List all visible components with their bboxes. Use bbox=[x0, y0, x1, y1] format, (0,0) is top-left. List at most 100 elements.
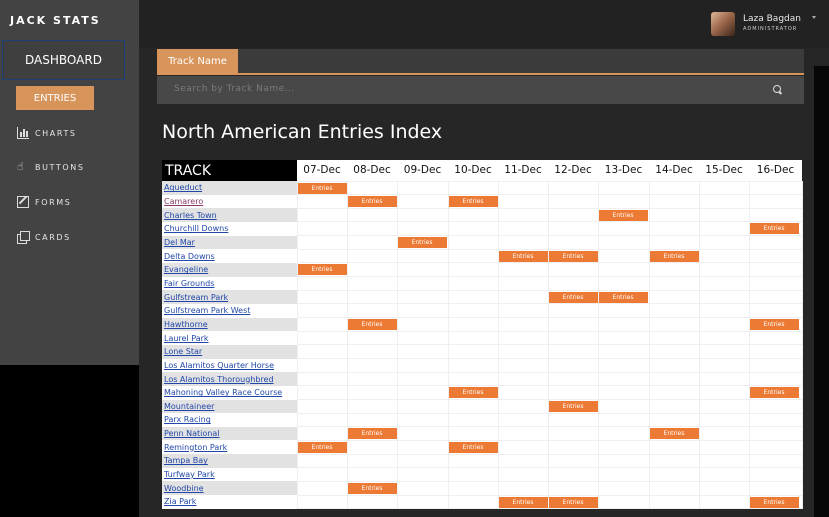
track-link[interactable]: Aqueduct bbox=[164, 183, 202, 192]
tab-track-name[interactable]: Track Name bbox=[157, 49, 238, 74]
date-column-header: 07-Dec bbox=[303, 164, 341, 177]
search-icon[interactable] bbox=[773, 85, 781, 93]
sidebar-item-buttons[interactable]: ☝ BUTTONS bbox=[17, 161, 85, 173]
track-link[interactable]: Remington Park bbox=[164, 443, 227, 452]
entries-badge[interactable]: Entries bbox=[297, 264, 347, 276]
track-link[interactable]: Camarero bbox=[164, 197, 203, 206]
date-cell bbox=[296, 453, 348, 469]
date-cell bbox=[346, 412, 398, 428]
entries-badge[interactable]: Entries bbox=[397, 237, 447, 249]
date-cell bbox=[597, 235, 650, 250]
table-row: Gulfstream Park Entries Entries bbox=[162, 289, 803, 305]
track-link[interactable]: Del Mar bbox=[164, 238, 195, 247]
entries-badge[interactable]: Entries bbox=[749, 223, 799, 235]
date-cell bbox=[296, 194, 348, 209]
track-cell: Los Alamitos Thoroughbred bbox=[162, 372, 297, 386]
entries-badge[interactable]: Entries bbox=[297, 182, 347, 194]
entries-badge[interactable]: Entries bbox=[548, 401, 598, 412]
track-link[interactable]: Turfway Park bbox=[164, 470, 215, 479]
entries-button[interactable]: ENTRIES bbox=[16, 86, 94, 110]
track-link[interactable]: Mountaineer bbox=[164, 402, 214, 411]
chevron-down-icon[interactable] bbox=[812, 16, 816, 19]
entries-badge[interactable]: Entries bbox=[598, 209, 648, 221]
track-cell: Hawthorne bbox=[162, 317, 297, 332]
entries-badge[interactable]: Entries bbox=[347, 482, 397, 494]
track-link[interactable]: Lone Star bbox=[164, 347, 202, 356]
track-link[interactable]: Churchill Downs bbox=[164, 224, 228, 233]
entries-badge[interactable]: Entries bbox=[448, 441, 498, 453]
track-link[interactable]: Penn National bbox=[164, 429, 219, 438]
track-link[interactable]: Laurel Park bbox=[164, 334, 209, 343]
track-link[interactable]: Charles Town bbox=[164, 211, 217, 220]
entries-badge[interactable]: Entries bbox=[347, 196, 397, 208]
tab-underline bbox=[157, 73, 804, 75]
entries-badge[interactable]: Entries bbox=[498, 496, 548, 508]
entries-badge[interactable]: Entries bbox=[649, 428, 699, 440]
entries-badge[interactable]: Entries bbox=[649, 250, 699, 262]
user-menu[interactable]: Laza Bagdan ADMINISTRATOR bbox=[711, 9, 817, 39]
track-link[interactable]: Fair Grounds bbox=[164, 279, 214, 288]
track-link[interactable]: Woodbine bbox=[164, 484, 204, 493]
date-cell bbox=[346, 207, 398, 223]
date-cell bbox=[396, 439, 449, 455]
track-link[interactable]: Parx Racing bbox=[164, 415, 211, 424]
track-link[interactable]: Mahoning Valley Race Course bbox=[164, 388, 282, 397]
date-cell bbox=[497, 330, 549, 346]
date-column-header: 10-Dec bbox=[454, 164, 492, 177]
track-link[interactable]: Gulfstream Park West bbox=[164, 306, 250, 315]
entries-badge[interactable]: Entries bbox=[498, 250, 548, 262]
date-cell bbox=[698, 399, 750, 414]
entries-badge[interactable]: Entries bbox=[548, 496, 598, 508]
date-cell bbox=[346, 330, 398, 346]
sidebar-item-cards[interactable]: CARDS bbox=[17, 231, 71, 244]
search-input[interactable]: Search by Track Name... bbox=[174, 84, 295, 94]
entries-badge[interactable]: Entries bbox=[548, 291, 598, 303]
date-cell bbox=[447, 235, 499, 250]
entries-badge[interactable]: Entries bbox=[598, 291, 648, 303]
entries-badge[interactable]: Entries bbox=[297, 441, 347, 453]
track-link[interactable]: Tampa Bay bbox=[164, 456, 208, 465]
track-cell: Mahoning Valley Race Course bbox=[162, 385, 297, 400]
table-row: Camarero Entries Entries bbox=[162, 194, 803, 209]
date-cell bbox=[748, 426, 803, 441]
search-bar[interactable]: Search by Track Name... bbox=[157, 76, 804, 104]
date-cell: Entries bbox=[346, 480, 398, 496]
date-cell bbox=[597, 385, 650, 400]
sidebar-item-forms[interactable]: FORMS bbox=[17, 196, 71, 208]
entries-badge[interactable]: Entries bbox=[749, 496, 799, 508]
track-cell: Del Mar bbox=[162, 235, 297, 250]
track-link[interactable]: Los Alamitos Quarter Horse bbox=[164, 361, 274, 370]
entries-badge[interactable]: Entries bbox=[347, 319, 397, 331]
dashboard-button[interactable]: DASHBOARD bbox=[2, 40, 125, 80]
track-cell: Aqueduct bbox=[162, 181, 297, 195]
date-cell bbox=[648, 399, 700, 414]
track-cell: Los Alamitos Quarter Horse bbox=[162, 358, 297, 373]
entries-badge[interactable]: Entries bbox=[749, 387, 799, 399]
entries-badge[interactable]: Entries bbox=[548, 250, 598, 262]
table-row: Woodbine Entries bbox=[162, 480, 803, 496]
track-cell: Zia Park bbox=[162, 495, 297, 509]
date-cell bbox=[698, 494, 750, 510]
date-cell bbox=[447, 248, 499, 264]
date-cell bbox=[748, 453, 803, 469]
track-link[interactable]: Los Alamitos Thoroughbred bbox=[164, 375, 274, 384]
track-link[interactable]: Evangeline bbox=[164, 265, 208, 274]
date-cell bbox=[648, 344, 700, 360]
track-cell: Woodbine bbox=[162, 481, 297, 496]
entries-badge[interactable]: Entries bbox=[749, 319, 799, 331]
date-cell bbox=[447, 453, 499, 469]
date-cell bbox=[497, 235, 549, 250]
date-cell bbox=[296, 480, 348, 496]
track-link[interactable]: Gulfstream Park bbox=[164, 293, 228, 302]
entries-badge[interactable]: Entries bbox=[448, 387, 498, 399]
date-cell bbox=[346, 344, 398, 360]
track-link[interactable]: Zia Park bbox=[164, 497, 196, 506]
track-link[interactable]: Delta Downs bbox=[164, 252, 215, 261]
date-cell bbox=[346, 439, 398, 455]
track-link[interactable]: Hawthorne bbox=[164, 320, 208, 329]
date-cell bbox=[698, 453, 750, 469]
entries-badge[interactable]: Entries bbox=[347, 428, 397, 440]
entries-badge[interactable]: Entries bbox=[448, 196, 498, 208]
date-cell bbox=[648, 207, 700, 223]
sidebar-item-charts[interactable]: CHARTS bbox=[17, 127, 77, 139]
